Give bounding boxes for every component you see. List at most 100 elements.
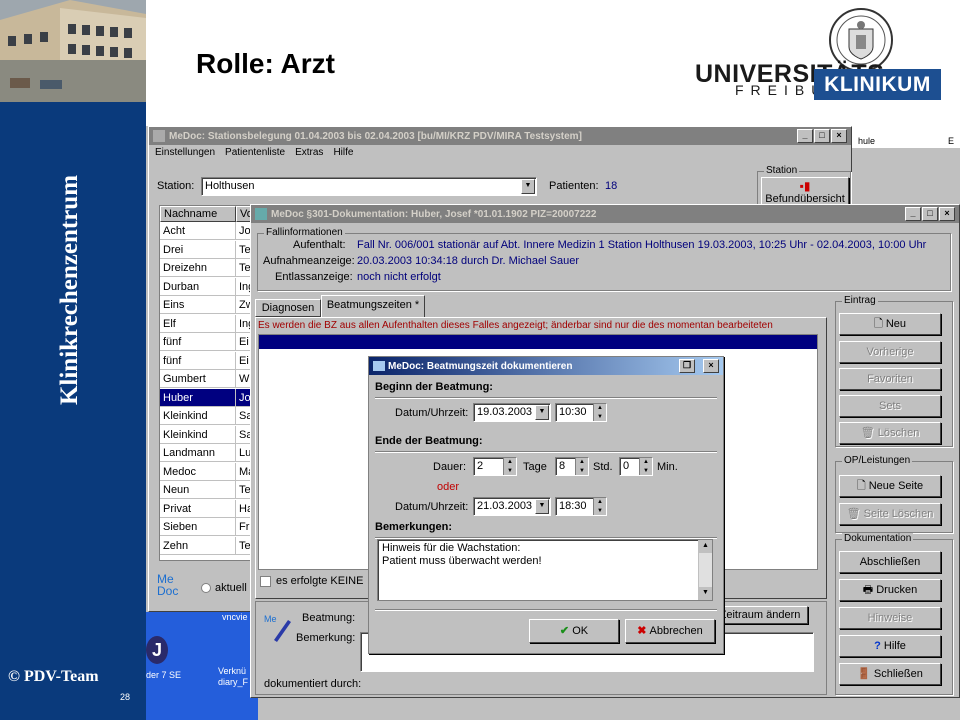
doc-close-button[interactable]: ×: [939, 207, 955, 221]
neu-button[interactable]: 🗋 Neu: [839, 313, 941, 335]
beatmung-row-selected[interactable]: [259, 335, 817, 349]
maximize-button[interactable]: □: [814, 129, 830, 143]
patient-row-nachname[interactable]: Gumbert: [160, 370, 236, 388]
ok-button[interactable]: ✔ OK: [529, 619, 619, 643]
befund-icon: ▪▮: [799, 179, 811, 193]
new-page-icon: 🗋: [856, 480, 869, 492]
beatmung-dialog: MeDoc: Beatmungszeit dokumentieren ❐ × B…: [368, 356, 724, 654]
keine-checkbox[interactable]: [260, 576, 271, 587]
schliessen-button[interactable]: 🚪 Schließen: [839, 663, 941, 685]
dialog-close-button[interactable]: ×: [703, 359, 719, 373]
aufenthalt-value: Fall Nr. 006/001 stationär auf Abt. Inne…: [357, 239, 927, 251]
dauer-tage-field[interactable]: 2 ▲ ▼: [473, 457, 517, 476]
favoriten-button[interactable]: Favoriten: [839, 368, 941, 390]
patient-row-nachname[interactable]: Sieben: [160, 518, 236, 536]
zeitraum-aendern-button[interactable]: Zeitraum ändern: [712, 606, 808, 624]
ende-time-field[interactable]: 18:30 ▲ ▼: [555, 497, 607, 516]
printer-icon: 🖶: [862, 584, 877, 596]
spin-arrows-icon[interactable]: ▲ ▼: [575, 458, 588, 475]
spin-arrows-icon[interactable]: ▲ ▼: [593, 498, 606, 515]
radio-aktuell[interactable]: [201, 583, 211, 593]
tage-label: Tage: [523, 461, 547, 473]
dialog-titlebar[interactable]: MeDoc: Beatmungszeit dokumentieren ❐ ×: [369, 357, 723, 375]
patient-list[interactable]: Nachname Vo Acht Jo Drei Te Dreizehn Te Durban…: [159, 205, 256, 561]
patient-row-nachname[interactable]: Dreizehn: [160, 259, 236, 277]
menu-patientenliste[interactable]: Patientenliste: [225, 145, 285, 161]
cross-icon: ✖: [637, 625, 650, 637]
doc-titlebar[interactable]: MeDoc §301-Dokumentation: Huber, Josef *…: [251, 205, 959, 223]
tab-beatmungszeiten[interactable]: Beatmungszeiten *: [321, 295, 425, 317]
station-value: Holthusen: [205, 180, 255, 192]
patient-row-nachname[interactable]: Zehn: [160, 536, 236, 555]
bemerkungen-textarea[interactable]: Hinweis für die Wachstation: Patient mus…: [377, 539, 713, 601]
beginn-date-field[interactable]: 19.03.2003 ▼: [473, 403, 551, 422]
abschliessen-button[interactable]: Abschließen: [839, 551, 941, 573]
vorherige-button[interactable]: Vorherige: [839, 341, 941, 363]
patient-row-nachname[interactable]: Huber: [160, 388, 236, 407]
spin-arrows-icon[interactable]: ▲ ▼: [503, 458, 516, 475]
seite-loeschen-button[interactable]: 🗑 Seite Löschen: [839, 503, 941, 525]
hinweise-button[interactable]: Hinweise: [839, 607, 941, 629]
close-button[interactable]: ×: [831, 129, 847, 143]
stations-title: MeDoc: Stationsbelegung 01.04.2003 bis 0…: [169, 130, 582, 142]
patient-row-nachname[interactable]: fünf: [160, 333, 236, 351]
abbrechen-button[interactable]: ✖ Abbrechen: [625, 619, 715, 643]
desktop-icon-j[interactable]: J: [146, 636, 168, 664]
spin-arrows-icon[interactable]: ▲ ▼: [639, 458, 652, 475]
chevron-down-icon[interactable]: ▼: [535, 405, 549, 420]
oder-label: oder: [437, 481, 460, 493]
patient-row-nachname[interactable]: Eins: [160, 296, 236, 314]
drucken-button[interactable]: 🖶 Drucken: [839, 579, 941, 601]
menu-einstellungen[interactable]: Einstellungen: [155, 145, 215, 161]
desktop-label-task1[interactable]: der 7 SE: [146, 670, 206, 680]
scroll-up-icon[interactable]: ▲: [699, 540, 712, 553]
spin-arrows-icon[interactable]: ▲ ▼: [593, 404, 606, 421]
chevron-down-icon[interactable]: ▼: [535, 499, 549, 514]
patient-row-nachname[interactable]: Kleinkind: [160, 407, 236, 425]
menu-extras[interactable]: Extras: [295, 145, 323, 161]
patient-row-nachname[interactable]: Medoc: [160, 462, 236, 481]
patient-row-nachname[interactable]: Privat: [160, 499, 236, 518]
ende-divider: [375, 451, 717, 453]
info-text: Es werden die BZ aus allen Aufenthalten …: [258, 320, 773, 331]
beginn-time-field[interactable]: 10:30 ▲ ▼: [555, 403, 607, 422]
loeschen-button[interactable]: 🗑 Löschen: [839, 422, 941, 444]
station-group-label: Station: [764, 165, 800, 176]
hilfe-button[interactable]: ? Hilfe: [839, 635, 941, 657]
station-label: Station:: [157, 180, 195, 192]
doc-maximize-button[interactable]: □: [922, 207, 938, 221]
restore-icon[interactable]: ❐: [679, 359, 695, 373]
doc-title: MeDoc §301-Dokumentation: Huber, Josef *…: [271, 208, 597, 220]
textarea-scrollbar[interactable]: ▲ ▼: [698, 540, 712, 600]
menu-hilfe[interactable]: Hilfe: [333, 145, 353, 161]
station-select[interactable]: Holthusen ▼: [201, 177, 537, 196]
stations-menubar: Einstellungen Patientenliste Extras Hilf…: [149, 145, 851, 161]
patient-row-nachname[interactable]: Landmann: [160, 444, 236, 462]
doc-minimize-button[interactable]: _: [905, 207, 921, 221]
patient-row-nachname[interactable]: Drei: [160, 240, 236, 259]
side-title: Klinikrechenzentrum: [56, 174, 83, 406]
ende-date-field[interactable]: 21.03.2003 ▼: [473, 497, 551, 516]
entlass-label: Entlassanzeige:: [275, 271, 353, 283]
stations-titlebar[interactable]: MeDoc: Stationsbelegung 01.04.2003 bis 0…: [149, 127, 851, 145]
neue-seite-button[interactable]: 🗋 Neue Seite: [839, 475, 941, 497]
patient-row-nachname[interactable]: Durban: [160, 277, 236, 296]
col-nachname[interactable]: Nachname: [160, 206, 236, 222]
door-icon: 🚪: [857, 668, 874, 680]
dauer-std-field[interactable]: 8 ▲ ▼: [555, 457, 589, 476]
dauer-min-field[interactable]: 0 ▲ ▼: [619, 457, 653, 476]
beginn-datum-label: Datum/Uhrzeit:: [395, 407, 469, 419]
patient-row-nachname[interactable]: Neun: [160, 481, 236, 499]
minimize-button[interactable]: _: [797, 129, 813, 143]
tab-diagnosen[interactable]: Diagnosen: [255, 299, 321, 317]
chevron-down-icon[interactable]: ▼: [521, 179, 535, 194]
patient-row-nachname[interactable]: fünf: [160, 351, 236, 370]
patient-row-nachname[interactable]: Kleinkind: [160, 425, 236, 444]
patient-row-nachname[interactable]: Acht: [160, 222, 236, 240]
sets-button[interactable]: Sets: [839, 395, 941, 417]
beginn-divider: [375, 397, 717, 399]
scroll-down-icon[interactable]: ▼: [699, 587, 712, 600]
std-label: Std.: [593, 461, 613, 473]
patient-row-nachname[interactable]: Elf: [160, 314, 236, 333]
building-photo: [0, 0, 146, 102]
